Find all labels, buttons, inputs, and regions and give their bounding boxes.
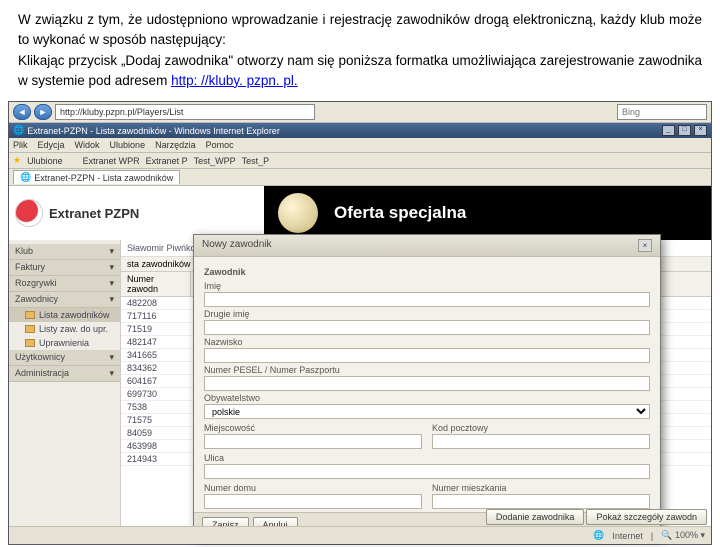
fav-extranet-p[interactable]: Extranet P [146, 156, 188, 166]
label-nr-domu: Numer domu [204, 483, 422, 493]
menu-widok[interactable]: Widok [75, 140, 100, 150]
sidebar-section-rozgrywki[interactable]: Rozgrywki▾ [9, 276, 120, 292]
minimize-button[interactable]: _ [662, 125, 675, 136]
ie-address-bar-row: ◄ ► [9, 102, 711, 123]
label-imie: Imię [204, 281, 650, 291]
ball-icon [278, 193, 318, 233]
star-icon[interactable]: ★ [13, 155, 21, 166]
grid-toolbar: Dodanie zawodnika Pokaż szczegóły zawodn [486, 509, 707, 525]
label-miejscowosc: Miejscowość [204, 423, 422, 433]
sidebar: Klub▾ Faktury▾ Rozgrywki▾ Zawodnicy▾ Lis… [9, 240, 121, 543]
label-obywatelstwo: Obywatelstwo [204, 393, 650, 403]
status-internet: Internet [612, 531, 643, 541]
banner: Extranet PZPN Oferta specjalna [9, 186, 711, 240]
page-content: Extranet PZPN Oferta specjalna Klub▾ Fak… [9, 186, 711, 544]
close-window-button[interactable]: × [694, 125, 707, 136]
input-kod-pocztowy[interactable] [432, 434, 650, 449]
input-imie[interactable] [204, 292, 650, 307]
menu-ulubione[interactable]: Ulubione [110, 140, 146, 150]
menu-edycja[interactable]: Edycja [38, 140, 65, 150]
fav-test-p[interactable]: Test_P [242, 156, 270, 166]
search-input[interactable] [617, 104, 707, 120]
sidebar-section-uzytkownicy[interactable]: Użytkownicy▾ [9, 350, 120, 366]
sidebar-section-zawodnicy[interactable]: Zawodnicy▾ [9, 292, 120, 308]
label-kod-pocztowy: Kod pocztowy [432, 423, 650, 433]
fav-extranet-wpr[interactable]: Extranet WPR [83, 156, 140, 166]
input-drugie-imie[interactable] [204, 320, 650, 335]
modal-title-bar: Nowy zawodnik × [194, 235, 660, 257]
input-miejscowosc[interactable] [204, 434, 422, 449]
sidebar-section-administracja[interactable]: Administracja▾ [9, 366, 120, 382]
banner-offer-text: Oferta specjalna [334, 203, 466, 223]
favorites-label[interactable]: Ulubione [27, 156, 63, 166]
folder-icon [25, 311, 35, 319]
select-obywatelstwo[interactable]: polskie [204, 404, 650, 419]
ie-menu-bar: Plik Edycja Widok Ulubione Narzędzia Pom… [9, 138, 711, 153]
input-ulica[interactable] [204, 464, 650, 479]
globe-icon: 🌐 [593, 530, 604, 541]
label-drugie-imie: Drugie imię [204, 309, 650, 319]
ie-title-bar: 🌐 Extranet-PZPN - Lista zawodników - Win… [9, 123, 711, 138]
tab-extranet[interactable]: 🌐 Extranet-PZPN - Lista zawodników [13, 170, 180, 184]
folder-icon [25, 325, 35, 333]
menu-narzedzia[interactable]: Narzędzia [155, 140, 196, 150]
section-zawodnik: Zawodnik [204, 263, 650, 279]
sidebar-item-uprawnienia[interactable]: Uprawnienia [9, 336, 120, 350]
globe-icon: 🌐 [20, 172, 31, 183]
instruction-text: W związku z tym, że udostępniono wprowad… [0, 0, 720, 101]
modal-close-button[interactable]: × [638, 239, 652, 252]
sidebar-item-lista-zawodnikow[interactable]: Lista zawodników [9, 308, 120, 322]
pzpn-logo-icon [15, 199, 43, 227]
menu-pomoc[interactable]: Pomoc [206, 140, 234, 150]
main-panel: Sławomir Piwńkosz, GKS BOGDANKA S.A. sta… [121, 240, 711, 543]
show-details-button[interactable]: Pokaż szczegóły zawodn [586, 509, 707, 525]
address-input[interactable] [55, 104, 315, 120]
input-nr-mieszkania[interactable] [432, 494, 650, 509]
menu-plik[interactable]: Plik [13, 140, 28, 150]
ie-favorites-bar: ★ Ulubione Extranet WPR Extranet P Test_… [9, 153, 711, 169]
sidebar-section-faktury[interactable]: Faktury▾ [9, 260, 120, 276]
ie-window: ◄ ► 🌐 Extranet-PZPN - Lista zawodników -… [8, 101, 712, 545]
back-button[interactable]: ◄ [13, 104, 31, 120]
add-player-button[interactable]: Dodanie zawodnika [486, 509, 585, 525]
label-ulica: Ulica [204, 453, 650, 463]
input-nazwisko[interactable] [204, 348, 650, 363]
new-player-modal: Nowy zawodnik × Zawodnik Imię Drugie imi… [193, 234, 661, 538]
folder-icon [25, 339, 35, 347]
status-zoom[interactable]: 🔍 100% ▾ [661, 530, 705, 541]
forward-button[interactable]: ► [34, 104, 52, 120]
label-nr-mieszkania: Numer mieszkania [432, 483, 650, 493]
input-pesel[interactable] [204, 376, 650, 391]
input-nr-domu[interactable] [204, 494, 422, 509]
brand-title: Extranet PZPN [49, 206, 139, 221]
fav-test-wpp[interactable]: Test_WPP [194, 156, 236, 166]
app-icon: 🌐 [13, 125, 24, 136]
label-nazwisko: Nazwisko [204, 337, 650, 347]
ie-status-bar: 🌐 Internet | 🔍 100% ▾ [9, 526, 711, 544]
sidebar-section-klub[interactable]: Klub▾ [9, 244, 120, 260]
link-kluby-pzpn[interactable]: http: //kluby. pzpn. pl. [171, 73, 298, 88]
label-pesel: Numer PESEL / Numer Paszportu [204, 365, 650, 375]
ie-tabs-row: 🌐 Extranet-PZPN - Lista zawodników [9, 169, 711, 186]
sidebar-item-listy-zaw[interactable]: Listy zaw. do upr. [9, 322, 120, 336]
maximize-button[interactable]: □ [678, 125, 691, 136]
